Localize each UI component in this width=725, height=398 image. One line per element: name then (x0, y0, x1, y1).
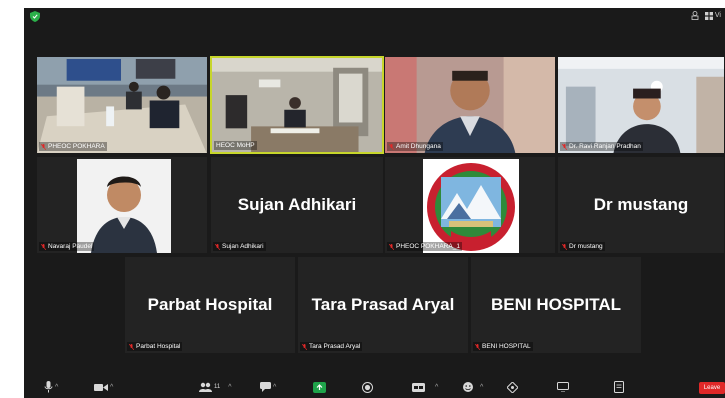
notes-icon (614, 381, 624, 393)
participant-label: Sujan Adhikari (213, 242, 266, 251)
share-screen-button[interactable] (313, 379, 326, 395)
closed-captions-icon (412, 382, 425, 392)
chat-icon (260, 382, 271, 392)
chat-button[interactable]: ^ (260, 379, 276, 395)
leave-button[interactable]: Leave (699, 382, 725, 394)
participant-name: Dr mustang (569, 243, 603, 250)
view-button[interactable]: Vi (704, 11, 721, 20)
participant-label: HEOC MoHP (214, 141, 257, 150)
mic-muted-icon (562, 243, 567, 250)
record-button[interactable] (362, 379, 373, 395)
mute-options-caret-icon[interactable]: ^ (55, 384, 58, 391)
profile-photo (423, 159, 519, 253)
participant-name: BENI HOSPITAL (482, 343, 531, 350)
apps-icon (507, 381, 518, 393)
video-tile-parbat-hospital[interactable]: Parbat Hospital Parbat Hospital (124, 256, 296, 354)
participant-label: Dr mustang (560, 242, 605, 251)
mic-muted-icon (389, 143, 394, 150)
participant-display-name: Tara Prasad Aryal (311, 295, 455, 314)
view-label: Vi (714, 12, 721, 19)
share-screen-icon (313, 381, 326, 393)
record-icon (362, 381, 373, 393)
video-camera-icon (94, 383, 108, 391)
reactions-button[interactable]: ^ (462, 379, 483, 395)
mute-button[interactable]: ^ (44, 379, 58, 395)
participant-display-name: Dr mustang (593, 195, 689, 214)
reactions-icon (463, 382, 473, 392)
participant-name: HEOC MoHP (216, 142, 255, 149)
participant-label: PHEOC POKHARA (39, 142, 107, 151)
video-tile-heoc-mohp[interactable]: HEOC MoHP (210, 56, 384, 154)
participant-label: Parbat Hospital (127, 342, 183, 351)
participant-status-icon[interactable] (691, 11, 699, 20)
captions-options-caret-icon[interactable]: ^ (435, 384, 438, 391)
participant-label: PHEOC POKHARA_1 (387, 242, 462, 251)
whiteboard-button[interactable] (557, 379, 569, 395)
mic-muted-icon (215, 243, 220, 250)
video-button[interactable]: ^ (94, 379, 113, 395)
mic-muted-icon (389, 243, 394, 250)
video-feed (558, 57, 724, 153)
participant-display-name: BENI HOSPITAL (490, 295, 622, 314)
video-options-caret-icon[interactable]: ^ (110, 384, 113, 391)
meeting-window: Vi PHEOC POKHARA HEOC MoHP Amit Dhungana… (24, 8, 725, 398)
video-feed (385, 57, 555, 153)
video-tile-navaraj-paudel[interactable]: Navaraj Paudel (36, 156, 208, 254)
participant-name: Amit Dhungana (396, 143, 441, 150)
mic-muted-icon (302, 343, 307, 350)
nepal-emblem-icon (427, 163, 515, 251)
participant-label: Tara Prasad Aryal (300, 342, 363, 351)
video-tile-dr-mustang[interactable]: Dr mustang Dr mustang (557, 156, 725, 254)
video-feed (212, 58, 382, 152)
participants-count: 11 (214, 384, 221, 390)
mic-muted-icon (562, 143, 567, 150)
video-tile-tara-prasad-aryal[interactable]: Tara Prasad Aryal Tara Prasad Aryal (297, 256, 469, 354)
video-tile-ravi-ranjan-pradhan[interactable]: Dr. Ravi Ranjan Pradhan (557, 56, 725, 154)
video-feed (37, 57, 207, 153)
participant-label: Dr. Ravi Ranjan Pradhan (560, 142, 643, 151)
microphone-icon (44, 381, 53, 393)
participant-name: Tara Prasad Aryal (309, 343, 361, 350)
participants-button[interactable]: 11 ^ (199, 379, 232, 395)
whiteboard-icon (557, 382, 569, 392)
participant-display-name: Parbat Hospital (147, 295, 273, 314)
participant-label: Navaraj Paudel (39, 242, 95, 251)
participant-name: PHEOC POKHARA_1 (396, 243, 460, 250)
participant-label: BENI HOSPITAL (473, 342, 533, 351)
participant-display-name: Sujan Adhikari (237, 195, 357, 214)
notes-button[interactable] (614, 379, 624, 395)
mic-muted-icon (41, 243, 46, 250)
mic-muted-icon (129, 343, 134, 350)
participant-name: PHEOC POKHARA (48, 143, 105, 150)
participant-name: Parbat Hospital (136, 343, 181, 350)
video-tile-pheoc-pokhara-1[interactable]: PHEOC POKHARA_1 (384, 156, 556, 254)
profile-photo (77, 159, 171, 253)
reactions-options-caret-icon[interactable]: ^ (480, 384, 483, 391)
apps-button[interactable] (507, 379, 518, 395)
video-tile-amit-dhungana[interactable]: Amit Dhungana (384, 56, 556, 154)
participants-options-caret-icon[interactable]: ^ (228, 384, 231, 391)
captions-button[interactable]: ^ (412, 379, 438, 395)
participant-name: Sujan Adhikari (222, 243, 264, 250)
participant-label: Amit Dhungana (387, 142, 443, 151)
participant-name: Navaraj Paudel (48, 243, 93, 250)
participant-name: Dr. Ravi Ranjan Pradhan (569, 143, 641, 150)
video-tile-sujan-adhikari[interactable]: Sujan Adhikari Sujan Adhikari (210, 156, 384, 254)
top-bar: Vi (24, 8, 725, 54)
video-tile-pheoc-pokhara[interactable]: PHEOC POKHARA (36, 56, 208, 154)
encryption-shield-icon[interactable] (30, 11, 40, 22)
mic-muted-icon (41, 143, 46, 150)
participants-icon (199, 382, 212, 392)
chat-options-caret-icon[interactable]: ^ (273, 384, 276, 391)
mic-muted-icon (475, 343, 480, 350)
grid-view-icon (704, 11, 713, 20)
meeting-toolbar: ^ ^ 11 ^ ^ ^ ^ Leave (24, 376, 725, 398)
video-tile-beni-hospital[interactable]: BENI HOSPITAL BENI HOSPITAL (470, 256, 642, 354)
